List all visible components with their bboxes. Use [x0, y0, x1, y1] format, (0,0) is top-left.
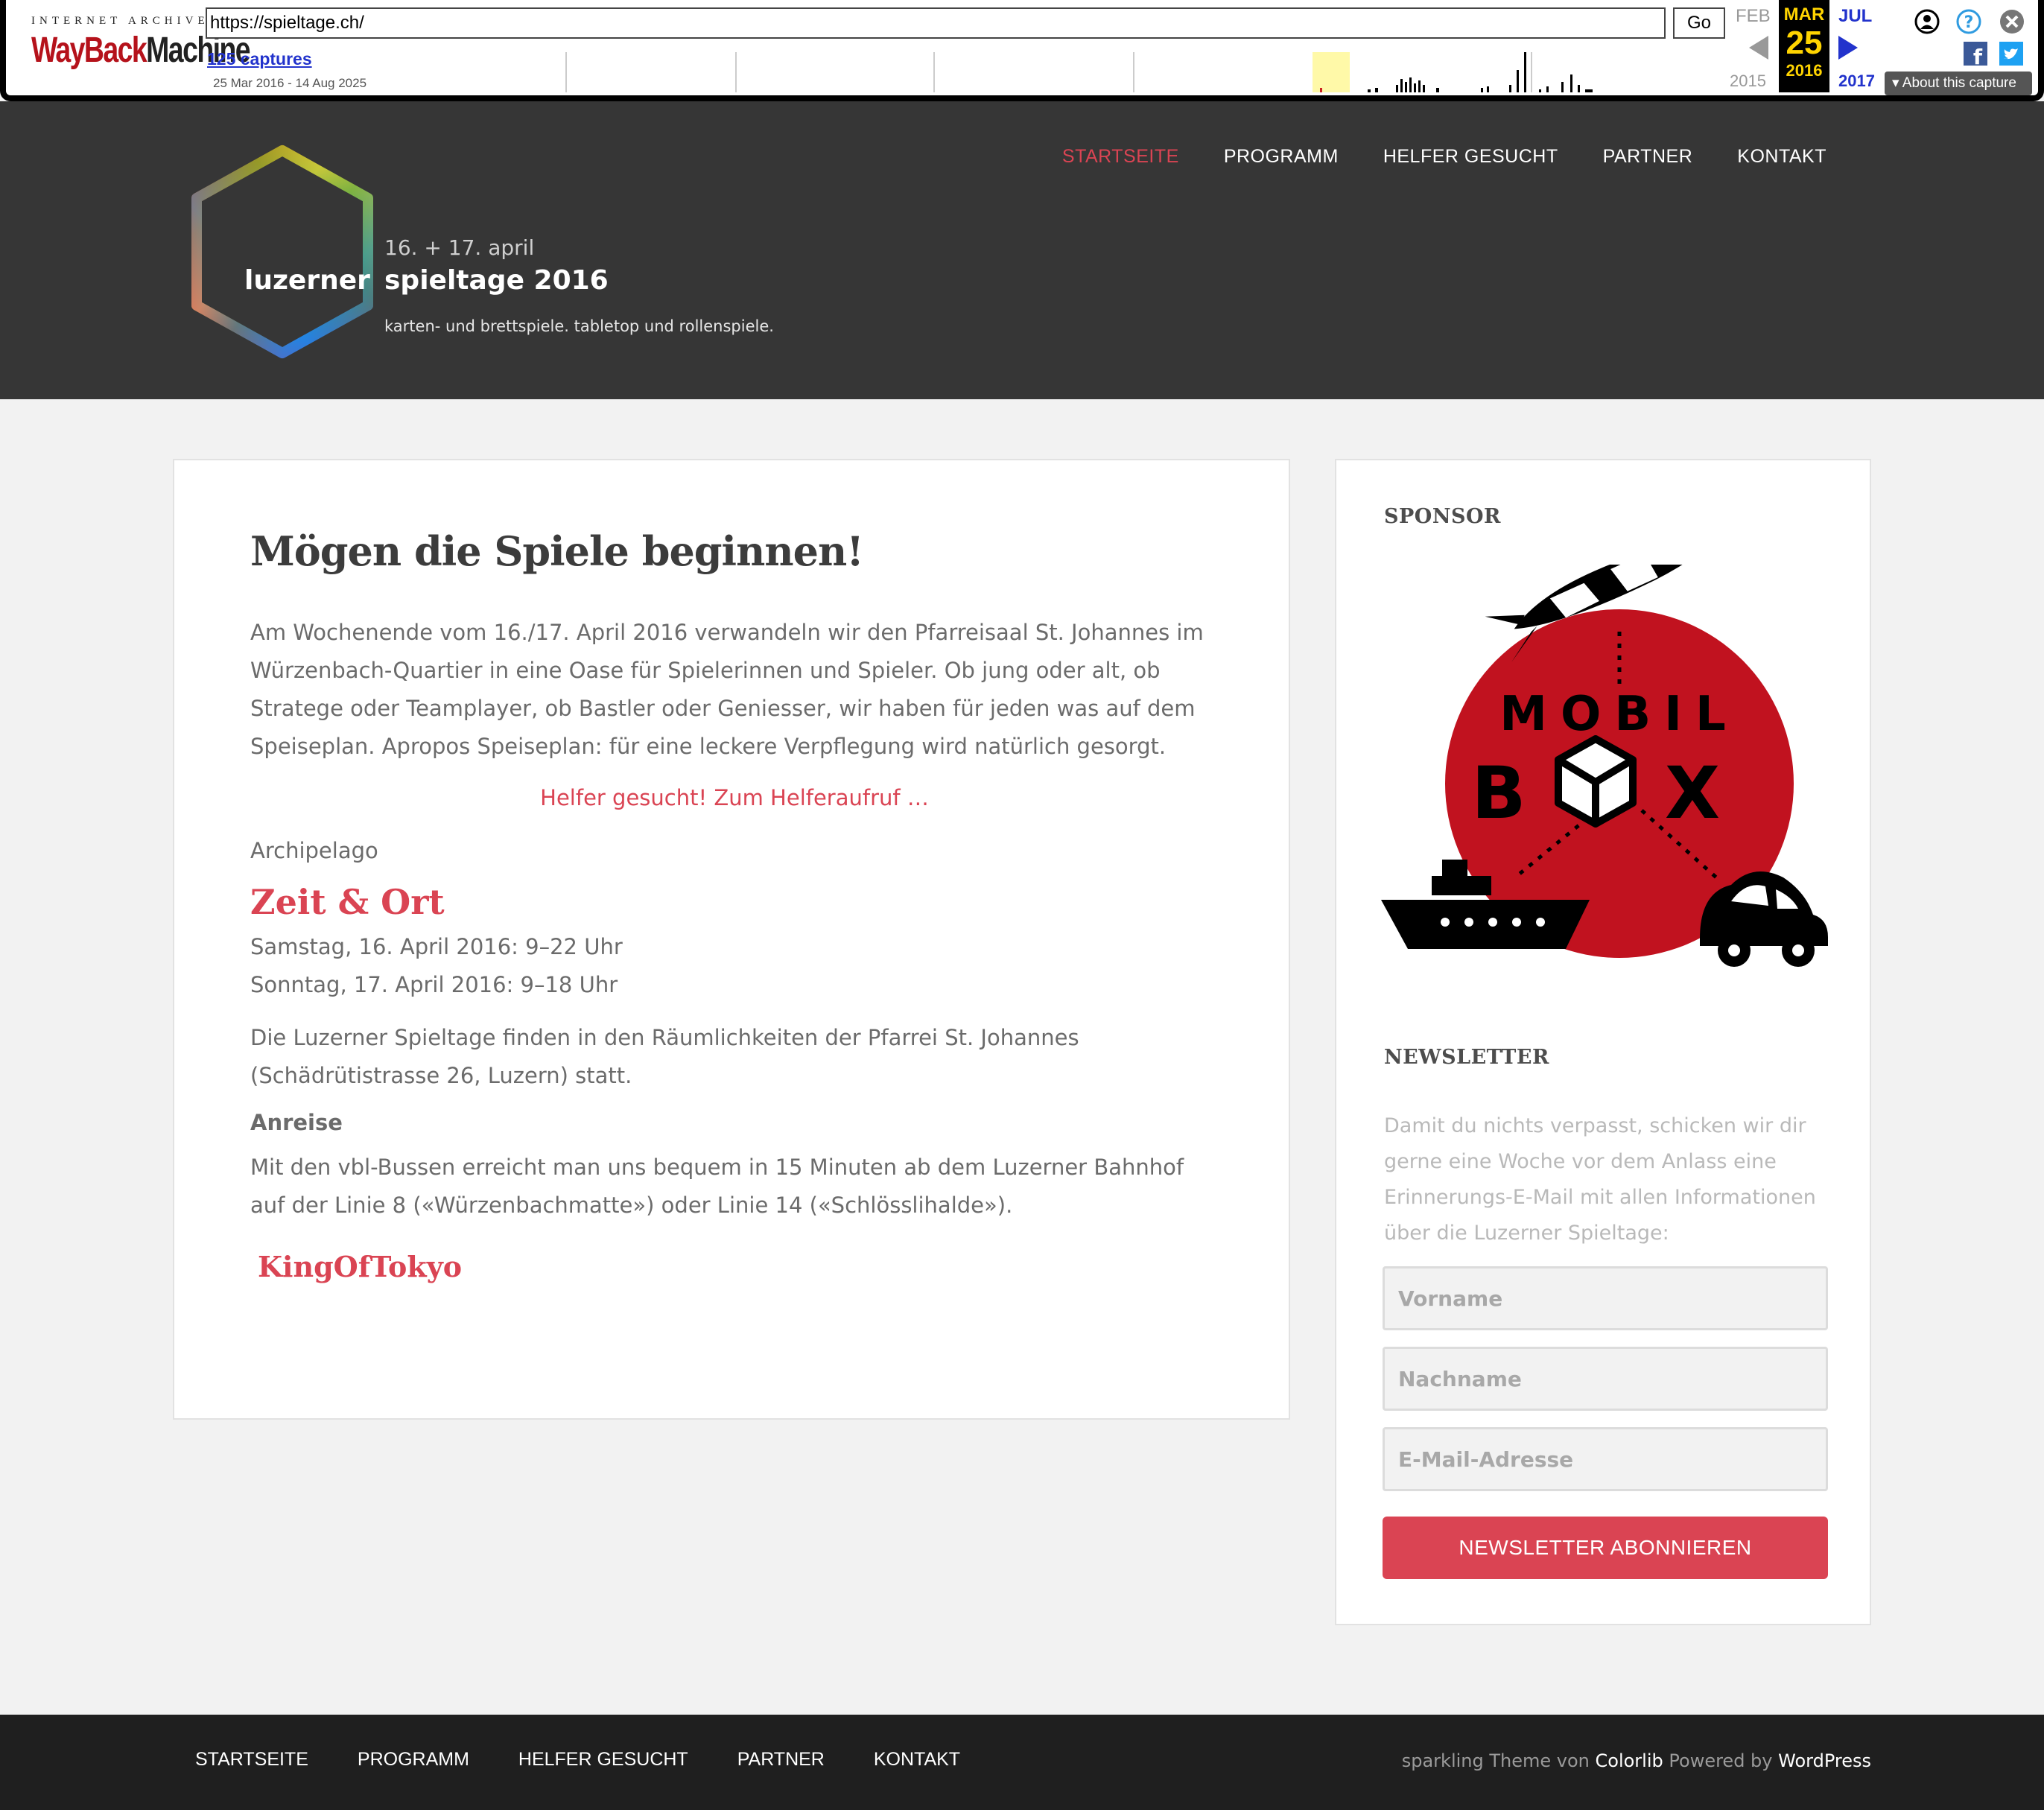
- footer-nav-partner[interactable]: PARTNER: [737, 1749, 825, 1771]
- footer-nav-helfer-gesucht[interactable]: HELFER GESUCHT: [518, 1749, 688, 1771]
- email-field[interactable]: [1383, 1427, 1828, 1491]
- wayback-url-input[interactable]: [206, 7, 1666, 39]
- wayback-about-capture[interactable]: ▾ About this capture: [1885, 72, 2032, 95]
- credit-wordpress-link[interactable]: WordPress: [1778, 1750, 1871, 1771]
- close-icon[interactable]: [1999, 9, 2025, 34]
- svg-text:f: f: [1973, 45, 1983, 66]
- archipelago-text: Archipelago: [250, 838, 378, 863]
- logo-word-left: luzerner: [244, 265, 370, 296]
- wayback-prev-year[interactable]: 2015: [1730, 72, 1766, 91]
- credit-theme-text: sparkling Theme von: [1401, 1750, 1590, 1771]
- firstname-field[interactable]: [1383, 1266, 1828, 1330]
- facebook-icon[interactable]: f: [1964, 42, 1987, 66]
- newsletter-widget-title: NEWSLETTER: [1384, 1046, 1549, 1069]
- lastname-field[interactable]: [1383, 1347, 1828, 1411]
- nav-item-helfer-gesucht[interactable]: HELFER GESUCHT: [1383, 146, 1558, 168]
- wayback-current-year-highlight: [1313, 52, 1350, 92]
- wayback-cur-month: MAR: [1783, 4, 1825, 25]
- sponsor-word-b: B: [1471, 752, 1526, 835]
- help-icon[interactable]: ?: [1956, 9, 1981, 34]
- footer-credit: sparkling Theme von Colorlib Powered by …: [1402, 1750, 1871, 1771]
- time-place-heading: Zeit & Ort: [250, 882, 445, 922]
- footer-nav-kontakt[interactable]: KONTAKT: [874, 1749, 960, 1771]
- wayback-logo-top: INTERNET ARCHIVE: [31, 15, 209, 27]
- wayback-toolbar: INTERNET ARCHIVE WayBackMachine Go 125 c…: [0, 0, 2044, 101]
- wayback-go-button[interactable]: Go: [1673, 7, 1725, 39]
- travel-heading: Anreise: [250, 1110, 343, 1135]
- logo-dates: 16. + 17. april: [384, 235, 535, 260]
- footer-nav-startseite[interactable]: STARTSEITE: [195, 1749, 308, 1771]
- twitter-icon[interactable]: [1999, 42, 2023, 66]
- footer-nav-programm[interactable]: PROGRAMM: [358, 1749, 469, 1771]
- page-title: Mögen die Spiele beginnen!: [250, 527, 864, 575]
- wayback-prev-arrow-icon[interactable]: [1749, 36, 1768, 60]
- wayback-next-month[interactable]: JUL: [1838, 6, 1872, 27]
- wayback-next-arrow-icon[interactable]: [1838, 36, 1858, 60]
- credit-powered-text: Powered by: [1669, 1750, 1773, 1771]
- svg-text:?: ?: [1964, 13, 1974, 32]
- sponsor-widget-title: SPONSOR: [1384, 505, 1501, 528]
- wayback-captures-link[interactable]: 125 captures: [207, 49, 312, 69]
- wayback-cur-year: 2016: [1786, 61, 1823, 80]
- saturday-hours: Samstag, 16. April 2016: 9–22 Uhr: [250, 934, 623, 959]
- newsletter-description: Damit du nichts verpasst, schicken wir d…: [1384, 1114, 1816, 1245]
- sunday-hours: Sonntag, 17. April 2016: 9–18 Uhr: [250, 972, 618, 997]
- site-logo[interactable]: 16. + 17. april luzerner spieltage 2016 …: [182, 143, 793, 366]
- main-content-card: Mögen die Spiele beginnen! Am Wochenende…: [173, 459, 1290, 1420]
- wayback-cur-day: 25: [1786, 25, 1823, 61]
- wayback-date-range: 25 Mar 2016 - 14 Aug 2025: [213, 76, 367, 90]
- travel-paragraph: Mit den vbl-Bussen erreicht man uns bequ…: [250, 1155, 1184, 1218]
- nav-item-programm[interactable]: PROGRAMM: [1224, 146, 1339, 168]
- cube-icon: [1555, 735, 1637, 828]
- location-paragraph: Die Luzerner Spieltage finden in den Räu…: [250, 1025, 1079, 1088]
- sponsor-word-x: X: [1665, 752, 1720, 835]
- site-header: 16. + 17. april luzerner spieltage 2016 …: [0, 101, 2044, 399]
- wayback-current-date: MAR 25 2016: [1779, 0, 1829, 92]
- nav-item-startseite[interactable]: STARTSEITE: [1062, 146, 1179, 168]
- wayback-capture-sparkline[interactable]: [563, 52, 1679, 92]
- logo-word-right: spieltage 2016: [384, 265, 609, 296]
- newsletter-subscribe-button[interactable]: NEWSLETTER ABONNIEREN: [1383, 1517, 1828, 1579]
- site-footer: STARTSEITE PROGRAMM HELFER GESUCHT PARTN…: [0, 1715, 2044, 1810]
- credit-colorlib-link[interactable]: Colorlib: [1596, 1750, 1663, 1771]
- intro-paragraph: Am Wochenende vom 16./17. April 2016 ver…: [250, 620, 1204, 759]
- nav-item-partner[interactable]: PARTNER: [1603, 146, 1693, 168]
- sponsor-word-mobil: MOBIL: [1499, 687, 1739, 742]
- wayback-prev-month[interactable]: FEB: [1736, 6, 1771, 27]
- king-of-tokyo-link[interactable]: KingOfTokyo: [258, 1250, 1219, 1283]
- nav-item-kontakt[interactable]: KONTAKT: [1737, 146, 1826, 168]
- wayback-logo-way: WayBack: [31, 31, 147, 70]
- wayback-about-label: About this capture: [1902, 75, 2016, 91]
- mobilbox-sponsor-logo[interactable]: MOBIL B X: [1381, 565, 1835, 982]
- logo-tagline: karten- und brettspiele. tabletop und ro…: [384, 317, 774, 335]
- user-icon[interactable]: [1914, 9, 1940, 34]
- sidebar: SPONSOR MOBIL B X NEWSLETTER Damit du ni…: [1335, 459, 1871, 1625]
- hexagon-logo-icon: [191, 145, 373, 358]
- helper-link[interactable]: Helfer gesucht! Zum Helferaufruf …: [540, 785, 929, 810]
- footer-nav: STARTSEITE PROGRAMM HELFER GESUCHT PARTN…: [195, 1749, 1009, 1771]
- wayback-next-year[interactable]: 2017: [1838, 72, 1875, 91]
- main-nav: STARTSEITE PROGRAMM HELFER GESUCHT PARTN…: [1018, 146, 1826, 168]
